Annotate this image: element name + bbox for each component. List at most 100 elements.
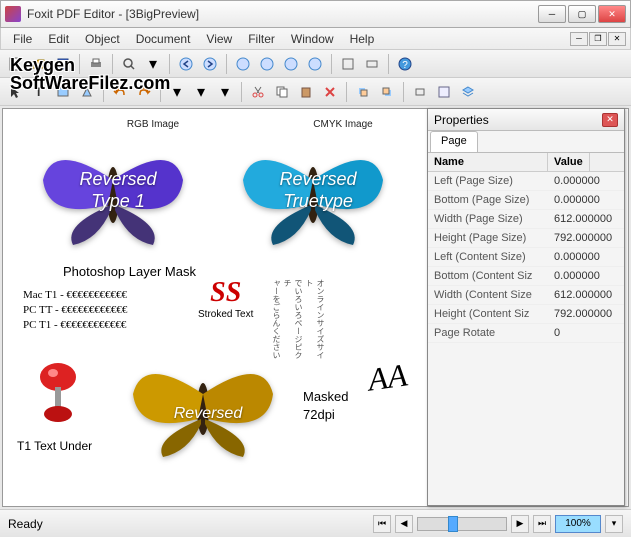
first-page-button[interactable]: ⏮ [373,515,391,533]
pc-t1-text: PC T1 - €€€€€€€€€€€€ [23,319,126,331]
aa-text: AA [366,356,410,398]
ss-text: SS [198,277,253,309]
property-value: 0.000000 [548,191,606,209]
mdi-restore-button[interactable]: ❐ [589,32,607,46]
next-page-button[interactable]: ▶ [511,515,529,533]
property-value: 0.000000 [548,172,606,190]
statusbar: Ready ⏮ ◀ ▶ ⏭ 100% ▾ [0,509,631,537]
hand-tool-button[interactable]: ▾ [190,81,212,103]
property-name: Left (Page Size) [428,172,548,190]
help-button[interactable]: ? [394,53,416,75]
note-tool-button[interactable]: ▾ [214,81,236,103]
property-value: 612.000000 [548,286,618,304]
property-row[interactable]: Left (Content Size)0.000000 [428,248,624,267]
nav-left-button[interactable] [175,53,197,75]
mdi-minimize-button[interactable]: ─ [570,32,588,46]
zoom-width-button[interactable] [361,53,383,75]
cmyk-image-label: CMYK Image [293,119,393,130]
send-back-button[interactable] [376,81,398,103]
property-name: Bottom (Page Size) [428,191,548,209]
property-value: 0 [548,324,566,342]
property-name: Height (Content Siz [428,305,548,323]
nav-next-button[interactable] [280,53,302,75]
photoshop-mask-label: Photoshop Layer Mask [63,264,196,279]
properties-panel: Properties ✕ Page Name Value Left (Page … [427,108,625,506]
cjk-text-block: オンラインサイズサイトでいろいろページピクチャーをごらんください [271,279,326,359]
properties-close-button[interactable]: ✕ [602,113,618,127]
nav-first-button[interactable] [232,53,254,75]
property-row[interactable]: Width (Content Size612.000000 [428,286,624,305]
props-header-name: Name [428,153,548,171]
props-header-value: Value [548,153,590,171]
property-value: 792.000000 [548,305,618,323]
close-button[interactable]: ✕ [598,5,626,23]
pc-tt-text: PC TT - €€€€€€€€€€€€ [23,304,127,316]
property-row[interactable]: Width (Page Size)612.000000 [428,210,624,229]
bring-front-button[interactable] [352,81,374,103]
last-page-button[interactable]: ⏭ [533,515,551,533]
slider-thumb[interactable] [448,516,458,532]
reversed-truetype-text: Reversed Truetype [268,169,368,212]
svg-text:?: ? [402,60,408,71]
layers-button[interactable] [457,81,479,103]
property-value: 0.000000 [548,248,606,266]
page-slider[interactable] [417,517,507,531]
property-row[interactable]: Left (Page Size)0.000000 [428,172,624,191]
menu-edit[interactable]: Edit [40,30,77,48]
property-value: 792.000000 [548,229,618,247]
property-name: Page Rotate [428,324,548,342]
paste-button[interactable] [295,81,317,103]
menubar: File Edit Object Document View Filter Wi… [0,28,631,50]
property-name: Bottom (Content Siz [428,267,548,285]
copy-button[interactable] [271,81,293,103]
delete-button[interactable] [319,81,341,103]
properties-panel-title: Properties [434,113,489,127]
nav-prev-button[interactable] [256,53,278,75]
properties-tab-page[interactable]: Page [430,131,478,152]
watermark-overlay: Keygen SoftWareFilez.com [10,56,170,92]
minimize-button[interactable]: ─ [538,5,566,23]
property-name: Height (Page Size) [428,229,548,247]
nav-right-button[interactable] [199,53,221,75]
property-row[interactable]: Height (Page Size)792.000000 [428,229,624,248]
status-text: Ready [8,517,43,531]
t1-under-text: T1 Text Under [17,439,92,453]
property-row[interactable]: Page Rotate0 [428,324,624,343]
menu-document[interactable]: Document [128,30,199,48]
maximize-button[interactable]: ▢ [568,5,596,23]
menu-help[interactable]: Help [342,30,383,48]
window-titlebar: Foxit PDF Editor - [3BigPreview] ─ ▢ ✕ [0,0,631,28]
zoom-level-box[interactable]: 100% [555,515,601,533]
property-row[interactable]: Height (Content Siz792.000000 [428,305,624,324]
rect-tool-button[interactable] [409,81,431,103]
zoom-fit-button[interactable] [337,53,359,75]
stroked-text-label: Stroked Text [198,309,253,320]
masked-label: Masked [303,389,349,404]
main-area: RGB Image Reversed Type 1 CMYK Image [0,106,631,509]
nav-last-button[interactable] [304,53,326,75]
property-name: Width (Content Size [428,286,548,304]
menu-view[interactable]: View [198,30,240,48]
pushpin-image [33,359,83,434]
app-icon [5,6,21,22]
property-value: 612.000000 [548,210,618,228]
properties-button[interactable] [433,81,455,103]
window-title: Foxit PDF Editor - [3BigPreview] [27,7,538,21]
menu-object[interactable]: Object [77,30,128,48]
property-name: Left (Content Size) [428,248,548,266]
reversed-type1-text: Reversed Type 1 [68,169,168,212]
property-name: Width (Page Size) [428,210,548,228]
property-row[interactable]: Bottom (Page Size)0.000000 [428,191,624,210]
reversed-bottom-text: Reversed [158,404,258,423]
property-value: 0.000000 [548,267,606,285]
menu-filter[interactable]: Filter [240,30,283,48]
property-row[interactable]: Bottom (Content Siz0.000000 [428,267,624,286]
prev-page-button[interactable]: ◀ [395,515,413,533]
mdi-close-button[interactable]: ✕ [608,32,626,46]
menu-file[interactable]: File [5,30,40,48]
cut-button[interactable] [247,81,269,103]
zoom-dropdown-button[interactable]: ▾ [605,515,623,533]
menu-window[interactable]: Window [283,30,342,48]
mac-t1-text: Mac T1 - €€€€€€€€€€€ [23,289,127,301]
rgb-image-label: RGB Image [113,119,193,130]
